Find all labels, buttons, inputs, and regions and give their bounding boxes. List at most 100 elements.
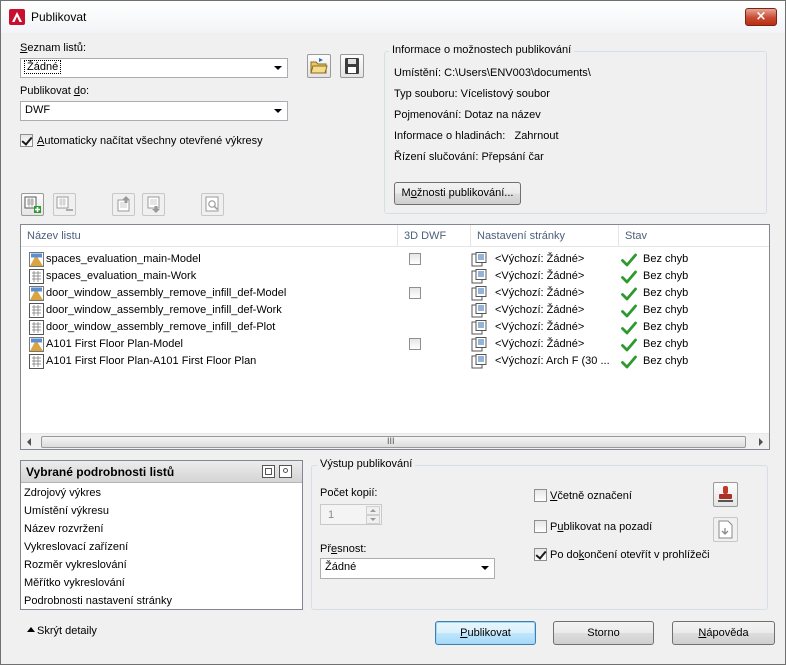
publish-button[interactable]: Publikovat bbox=[435, 621, 536, 645]
floppy-disk-icon bbox=[345, 58, 359, 74]
copies-stepper[interactable]: 1 bbox=[320, 504, 382, 525]
page-setup-value[interactable]: <Výchozí: Žádné> bbox=[495, 319, 615, 336]
precision-select[interactable]: Žádné bbox=[320, 558, 495, 579]
move-sheet-up-button[interactable] bbox=[112, 193, 135, 216]
sheets-list-view[interactable]: Název listu 3D DWF Nastavení stránky Sta… bbox=[20, 224, 770, 450]
status-text: Bez chyb bbox=[643, 304, 689, 316]
stepper-down-icon[interactable] bbox=[366, 515, 380, 524]
chevron-down-icon bbox=[481, 566, 489, 570]
document-arrow-icon bbox=[718, 520, 733, 539]
table-row[interactable]: door_window_assembly_remove_infill_def-P… bbox=[21, 319, 769, 336]
column-sheet-name[interactable]: Název listu bbox=[21, 225, 398, 247]
table-row[interactable]: door_window_assembly_remove_infill_def-M… bbox=[21, 285, 769, 302]
move-up-icon bbox=[117, 196, 130, 212]
sheet-name: door_window_assembly_remove_infill_def-P… bbox=[46, 321, 276, 333]
publish-background-checkbox[interactable] bbox=[534, 520, 547, 533]
move-sheet-down-button[interactable] bbox=[142, 193, 165, 216]
page-setup-value[interactable]: <Výchozí: Žádné> bbox=[495, 336, 615, 353]
column-page-setup[interactable]: Nastavení stránky bbox=[471, 225, 619, 247]
model-space-icon bbox=[29, 337, 44, 352]
sheet-name: spaces_evaluation_main-Model bbox=[46, 253, 201, 265]
dwf3d-checkbox[interactable] bbox=[409, 338, 421, 350]
sheet-name: A101 First Floor Plan-Model bbox=[46, 338, 183, 350]
publish-to-select[interactable]: DWF bbox=[20, 101, 288, 121]
publish-options-info-title: Informace o možnostech publikování bbox=[389, 44, 575, 56]
details-title: Vybrané podrobnosti listů bbox=[26, 465, 175, 479]
table-row[interactable]: door_window_assembly_remove_infill_def-W… bbox=[21, 302, 769, 319]
close-button[interactable]: × bbox=[745, 8, 777, 26]
open-in-viewer-label: Po dokončení otevřít v prohlížeči bbox=[550, 549, 710, 561]
page-setup-value[interactable]: <Výchozí: Žádné> bbox=[495, 302, 615, 319]
publish-options-button[interactable]: Možnosti publikování... bbox=[394, 182, 521, 205]
chevron-down-icon bbox=[274, 66, 282, 70]
scroll-left-icon[interactable] bbox=[27, 438, 31, 446]
table-row[interactable]: spaces_evaluation_main-Work <Výchozí: Žád… bbox=[21, 268, 769, 285]
column-3d-dwf[interactable]: 3D DWF bbox=[398, 225, 471, 247]
help-button[interactable]: Nápověda bbox=[672, 621, 775, 645]
scroll-right-icon[interactable] bbox=[759, 438, 763, 446]
publish-output-group bbox=[311, 465, 768, 610]
info-layer-information: Informace o hladinách: Zahrnout bbox=[394, 130, 559, 142]
detail-drawing-location: Umístění výkresu bbox=[24, 505, 109, 517]
sheet-name: A101 First Floor Plan-A101 First Floor P… bbox=[46, 355, 257, 367]
selected-sheet-details-panel: Vybrané podrobnosti listů Zdrojový výkre… bbox=[20, 460, 303, 610]
folder-open-icon bbox=[310, 58, 328, 74]
details-refresh-icon[interactable] bbox=[279, 465, 292, 478]
stepper-up-icon[interactable] bbox=[366, 506, 380, 515]
close-icon: × bbox=[755, 9, 767, 24]
table-row[interactable]: A101 First Floor Plan-Model <Výchozí: Žád… bbox=[21, 336, 769, 353]
info-merge-control: Řízení slučování: Přepsání čar bbox=[394, 151, 544, 163]
sheet-list-label: Seznam listů: bbox=[20, 42, 87, 54]
status-ok-icon bbox=[621, 355, 637, 372]
info-naming: Pojmenování: Dotaz na název bbox=[394, 109, 541, 121]
horizontal-scrollbar[interactable]: III bbox=[21, 433, 769, 449]
load-sheet-list-button[interactable] bbox=[307, 54, 331, 78]
autocad-app-icon bbox=[9, 9, 25, 25]
remove-sheets-button[interactable] bbox=[53, 193, 76, 216]
details-header: Vybrané podrobnosti listů bbox=[21, 461, 302, 483]
hide-details-link[interactable]: Skrýt detaily bbox=[37, 625, 97, 637]
table-row[interactable]: A101 First Floor Plan-A101 First Floor P… bbox=[21, 353, 769, 370]
include-stamp-checkbox[interactable] bbox=[534, 489, 547, 502]
detail-plot-scale: Měřítko vykreslování bbox=[24, 577, 125, 589]
background-settings-button[interactable] bbox=[713, 517, 738, 542]
open-in-viewer-checkbox[interactable] bbox=[534, 548, 547, 561]
add-sheets-icon bbox=[24, 196, 41, 213]
details-view-icon[interactable] bbox=[262, 465, 275, 478]
scroll-grip-icon: III bbox=[387, 436, 395, 446]
sheet-list-select[interactable]: Žádné bbox=[20, 58, 288, 78]
status-text: Bez chyb bbox=[643, 270, 689, 282]
page-setup-value[interactable]: <Výchozí: Žádné> bbox=[495, 251, 615, 268]
dwf3d-checkbox[interactable] bbox=[409, 287, 421, 299]
remove-sheets-icon bbox=[56, 196, 73, 211]
add-sheets-button[interactable] bbox=[21, 193, 44, 216]
model-space-icon bbox=[29, 252, 44, 267]
page-setup-value[interactable]: <Výchozí: Žádné> bbox=[495, 285, 615, 302]
status-text: Bez chyb bbox=[643, 253, 689, 265]
scrollbar-thumb[interactable]: III bbox=[41, 436, 746, 448]
sheet-name: spaces_evaluation_main-Work bbox=[46, 270, 197, 282]
dwf3d-checkbox[interactable] bbox=[409, 253, 421, 265]
column-status[interactable]: Stav bbox=[619, 225, 769, 247]
preview-button[interactable] bbox=[201, 193, 224, 216]
status-text: Bez chyb bbox=[643, 287, 689, 299]
layout-sheet-icon bbox=[29, 303, 44, 318]
save-sheet-list-button[interactable] bbox=[340, 54, 364, 78]
table-row[interactable]: spaces_evaluation_main-Model <Výchozí: Žá… bbox=[21, 251, 769, 268]
precision-value: Žádné bbox=[325, 561, 357, 573]
stamp-settings-button[interactable] bbox=[713, 482, 738, 507]
copies-label: Počet kopií: bbox=[320, 487, 378, 499]
collapse-up-icon[interactable] bbox=[27, 627, 35, 632]
title-bar: Publikovat × bbox=[1, 1, 785, 33]
window-title: Publikovat bbox=[31, 10, 87, 24]
page-setup-value[interactable]: <Výchozí: Žádné> bbox=[495, 268, 615, 285]
publish-background-label: Publikovat na pozadí bbox=[550, 521, 653, 533]
layout-sheet-icon bbox=[29, 320, 44, 335]
auto-load-checkbox[interactable] bbox=[20, 134, 33, 147]
detail-plot-size: Rozměr vykreslování bbox=[24, 559, 127, 571]
page-setup-value[interactable]: <Výchozí: Arch F (30 ... bbox=[495, 353, 615, 370]
model-space-icon bbox=[29, 286, 44, 301]
cancel-button[interactable]: Storno bbox=[553, 621, 654, 645]
preview-magnifier-icon bbox=[205, 196, 219, 212]
detail-page-setup-details: Podrobnosti nastavení stránky bbox=[24, 595, 172, 607]
